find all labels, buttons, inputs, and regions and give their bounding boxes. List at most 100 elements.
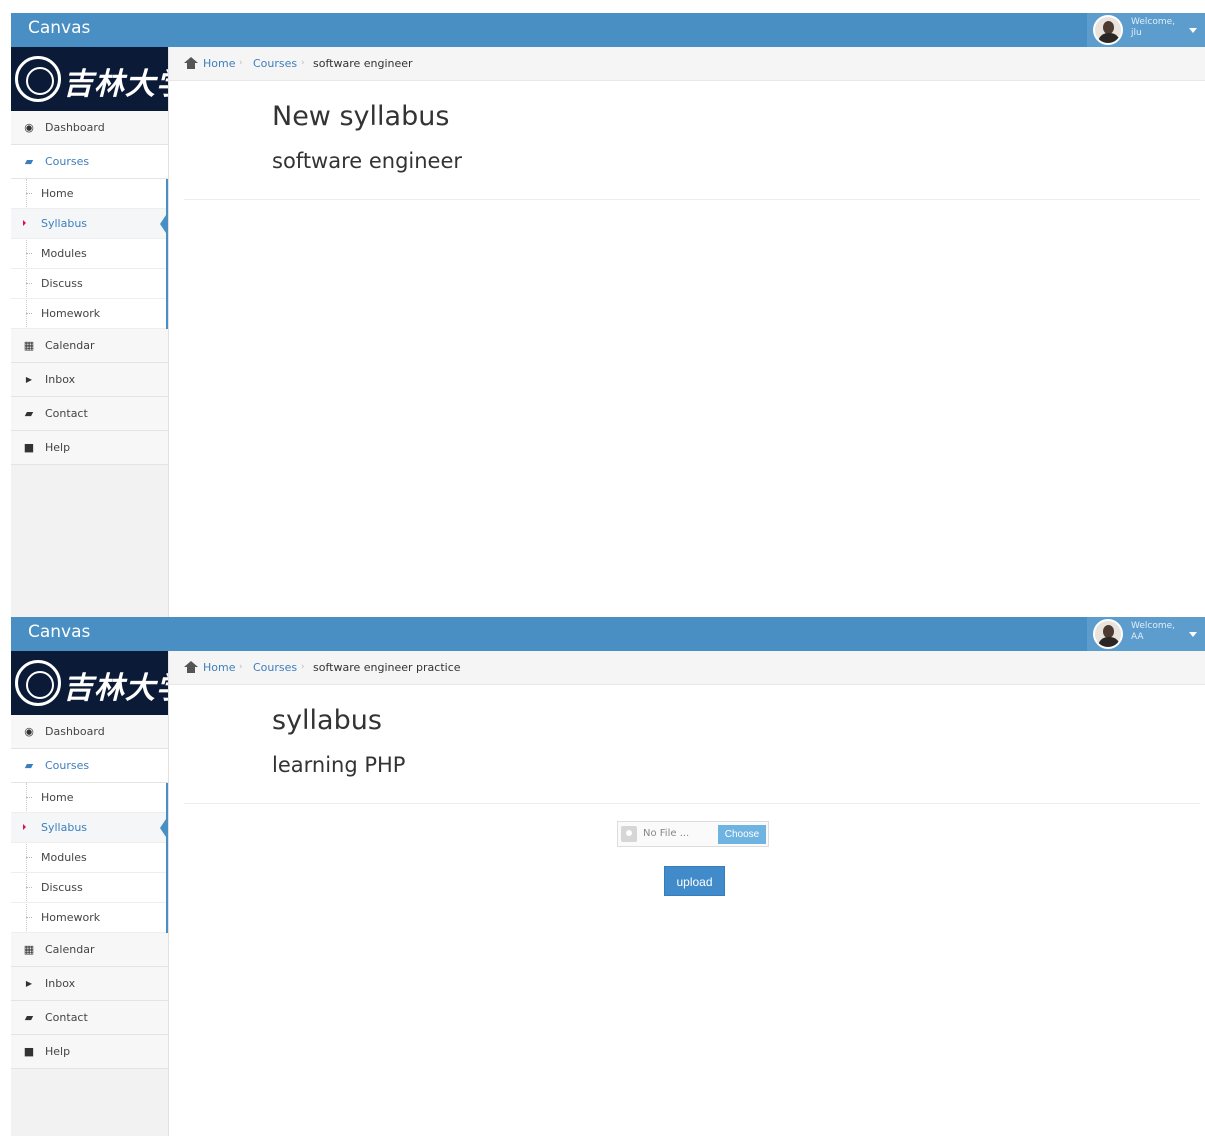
sidebar-item-calendar[interactable]: ▦ Calendar [11,329,168,363]
user-name: jlu [1131,28,1142,38]
sidebar-item-label: Courses [45,759,90,772]
page-title: syllabus [272,705,382,736]
university-logo: 吉林大学 [11,651,168,715]
submenu-item-homework[interactable]: Homework [11,299,166,329]
university-logo: 吉林大学 [11,47,168,111]
sidebar-item-contact[interactable]: ▰ Contact [11,397,168,431]
submenu-item-home[interactable]: Home [11,179,166,209]
avatar[interactable] [1093,619,1123,649]
sidebar-item-inbox[interactable]: ▶ Inbox [11,363,168,397]
breadcrumb-courses[interactable]: Courses [253,661,297,674]
divider [184,803,1200,804]
welcome-label: Welcome, [1131,621,1176,631]
sidebar-item-inbox[interactable]: ▶ Inbox [11,967,168,1001]
main-content: Home › Courses › software engineer pract… [169,651,1205,1136]
submenu-label: Syllabus [41,821,88,834]
submenu-item-syllabus[interactable]: Syllabus [11,813,168,843]
submenu-item-modules[interactable]: Modules [11,239,166,269]
submenu-label: Homework [41,911,101,924]
calendar-icon: ▦ [23,943,35,956]
user-menu[interactable]: Welcome, AA [1087,617,1205,651]
logo-text: 吉林大学 [63,671,168,706]
main-content: Home › Courses › software engineer New s… [169,47,1205,617]
help-icon: ■ [23,1045,35,1058]
screenshot-upload-syllabus: Canvas Welcome, AA 吉林大学 ◉ Dashboard ▰ Co… [11,617,1205,1136]
caret-down-icon[interactable] [1189,632,1197,637]
caret-down-icon[interactable] [1189,28,1197,33]
file-icon [621,826,637,842]
sidebar-item-dashboard[interactable]: ◉ Dashboard [11,111,168,145]
breadcrumb-separator: › [239,58,243,68]
welcome-text: Welcome, AA [1131,621,1175,643]
breadcrumb-current: software engineer practice [313,661,461,674]
caret-right-icon: ▶ [25,979,33,988]
breadcrumb: Home › Courses › software engineer [169,47,1205,81]
submenu-item-modules[interactable]: Modules [11,843,166,873]
home-icon [184,57,198,69]
submenu-label: Modules [41,851,87,864]
book-icon: ▰ [24,155,34,168]
app-brand[interactable]: Canvas [28,622,90,642]
submenu-item-home[interactable]: Home [11,783,166,813]
logo-text: 吉林大学 [63,67,168,102]
divider [184,199,1200,200]
submenu-label: Discuss [41,277,83,290]
upload-button[interactable]: upload [664,866,725,896]
submenu-label: Discuss [41,881,83,894]
breadcrumb-home[interactable]: Home [203,57,235,70]
file-status: No File ... [643,828,690,839]
submenu-item-syllabus[interactable]: Syllabus [11,209,168,239]
breadcrumb-separator: › [301,662,305,672]
courses-submenu: Home Syllabus Modules Discuss Homework [11,783,168,933]
sidebar-item-label: Calendar [45,943,95,956]
sidebar-item-label: Contact [45,1011,88,1024]
avatar[interactable] [1093,15,1123,45]
sidebar-item-label: Contact [45,407,88,420]
sidebar-item-label: Help [45,1045,71,1058]
file-input[interactable]: No File ... Choose [617,821,769,847]
choose-file-button[interactable]: Choose [718,825,766,844]
submenu-label: Homework [41,307,101,320]
caret-right-icon: ▶ [25,375,33,384]
sidebar-item-label: Dashboard [45,121,105,134]
sidebar-item-dashboard[interactable]: ◉ Dashboard [11,715,168,749]
book-icon: ▰ [24,759,34,772]
sidebar: 吉林大学 ◉ Dashboard ▰ Courses Home Syllabus… [11,651,169,1136]
submenu-label: Modules [41,247,87,260]
sidebar-item-label: Courses [45,155,90,168]
welcome-label: Welcome, [1131,17,1176,27]
submenu-item-homework[interactable]: Homework [11,903,166,933]
breadcrumb: Home › Courses › software engineer pract… [169,651,1205,685]
sidebar-item-label: Help [45,441,71,454]
breadcrumb-courses[interactable]: Courses [253,57,297,70]
sidebar-item-courses[interactable]: ▰ Courses [11,749,168,783]
app-brand[interactable]: Canvas [28,18,90,38]
user-menu[interactable]: Welcome, jlu [1087,13,1205,47]
sidebar-item-courses[interactable]: ▰ Courses [11,145,168,179]
submenu-label: Home [41,187,74,200]
sidebar-item-calendar[interactable]: ▦ Calendar [11,933,168,967]
sidebar-item-help[interactable]: ■ Help [11,1035,168,1069]
university-seal-icon [15,660,61,706]
submenu-item-discuss[interactable]: Discuss [11,269,166,299]
breadcrumb-separator: › [301,58,305,68]
breadcrumb-home[interactable]: Home [203,661,235,674]
top-navbar: Canvas Welcome, AA [11,617,1205,651]
submenu-label: Home [41,791,74,804]
page-title: New syllabus [272,101,450,132]
contact-icon: ▰ [24,407,34,420]
sidebar-item-help[interactable]: ■ Help [11,431,168,465]
help-icon: ■ [23,441,35,454]
screenshot-new-syllabus: Canvas Welcome, jlu 吉林大学 ◉ Dashboard ▰ C… [11,13,1205,617]
dashboard-icon: ◉ [24,121,34,134]
submenu-item-discuss[interactable]: Discuss [11,873,166,903]
home-icon [184,661,198,673]
sidebar-item-label: Inbox [45,977,76,990]
page-subtitle: software engineer [272,149,463,173]
sidebar-item-label: Calendar [45,339,95,352]
sidebar-item-label: Dashboard [45,725,105,738]
welcome-text: Welcome, jlu [1131,17,1175,39]
sidebar-item-contact[interactable]: ▰ Contact [11,1001,168,1035]
contact-icon: ▰ [24,1011,34,1024]
page-subtitle: learning PHP [272,753,406,777]
